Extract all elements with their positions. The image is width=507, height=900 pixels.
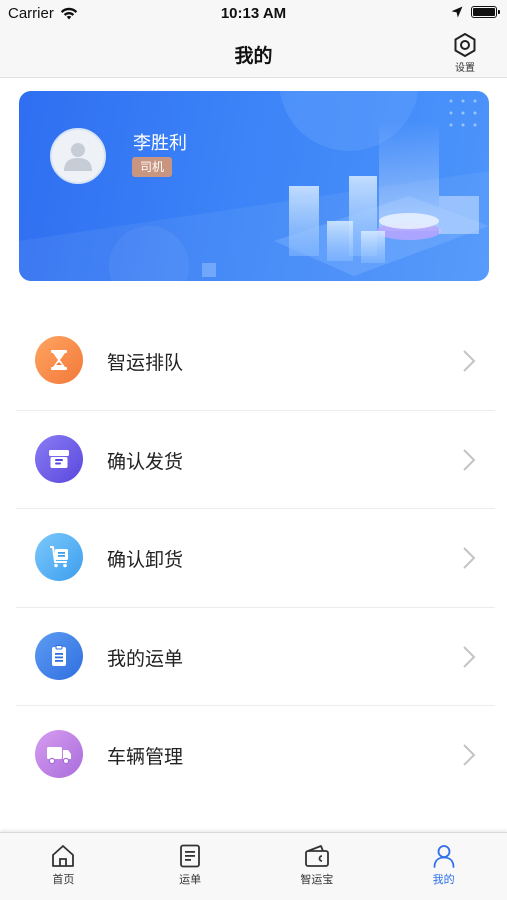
box-icon <box>35 434 83 483</box>
user-name: 李胜利 <box>133 133 187 154</box>
tab-waybill[interactable]: 运单 <box>127 833 254 900</box>
menu-label-confirm-unloading: 确认卸货 <box>107 549 184 571</box>
settings-label: 设置 <box>455 63 475 74</box>
profile-card[interactable]: 李胜利 司机 <box>19 91 489 281</box>
gear-icon <box>454 33 476 57</box>
menu-label-vehicle-management: 车辆管理 <box>107 746 184 768</box>
menu-label-confirm-shipment: 确认发货 <box>107 450 184 473</box>
settings-button[interactable]: 设置 <box>445 32 485 76</box>
status-time: 10:13 AM <box>220 5 287 22</box>
chevron-right-icon <box>463 547 476 569</box>
person-icon <box>433 845 455 868</box>
status-bar: Carrier 10:13 AM <box>0 0 507 30</box>
document-icon <box>180 844 201 868</box>
chevron-right-icon <box>463 645 476 668</box>
wallet-icon <box>304 845 329 867</box>
avatar[interactable] <box>50 128 106 184</box>
nav-bar: 我的 设置 <box>0 30 507 78</box>
tab-home[interactable]: 首页 <box>0 833 127 900</box>
page-title: 我的 <box>234 45 273 67</box>
menu-label-queue: 智运排队 <box>107 352 184 374</box>
chevron-right-icon <box>463 744 476 766</box>
tab-label-waybill: 运单 <box>179 873 202 886</box>
tab-label-mine: 我的 <box>432 873 455 886</box>
tab-wallet[interactable]: 智运宝 <box>254 833 381 900</box>
menu-item-confirm-shipment[interactable]: 确认发货 <box>16 411 495 509</box>
role-badge: 司机 <box>132 157 173 177</box>
status-indicators <box>451 6 500 18</box>
home-icon <box>52 845 75 867</box>
chevron-right-icon <box>463 448 476 471</box>
battery-icon <box>471 6 500 18</box>
tab-mine[interactable]: 我的 <box>380 833 507 900</box>
menu-item-my-waybills[interactable]: 我的运单 <box>16 608 495 706</box>
menu-list: 智运排队 确认发货 确认卸货 我的运单 车辆管理 <box>16 312 495 805</box>
hourglass-icon <box>35 336 83 384</box>
tab-label-home: 首页 <box>52 873 75 886</box>
cart-icon <box>35 533 83 581</box>
card-illustration <box>19 91 489 281</box>
truck-icon <box>35 730 83 778</box>
tab-label-wallet: 智运宝 <box>300 873 334 886</box>
menu-item-queue[interactable]: 智运排队 <box>16 312 495 411</box>
location-arrow-icon <box>451 6 463 18</box>
menu-label-my-waybills: 我的运单 <box>107 647 184 670</box>
tab-bar: 首页 运单 智运宝 我的 <box>0 832 507 900</box>
chevron-right-icon <box>463 350 476 372</box>
clipboard-icon <box>35 631 83 680</box>
menu-item-confirm-unloading[interactable]: 确认卸货 <box>16 509 495 608</box>
user-silhouette-icon <box>64 143 92 171</box>
menu-item-vehicle-management[interactable]: 车辆管理 <box>16 706 495 805</box>
